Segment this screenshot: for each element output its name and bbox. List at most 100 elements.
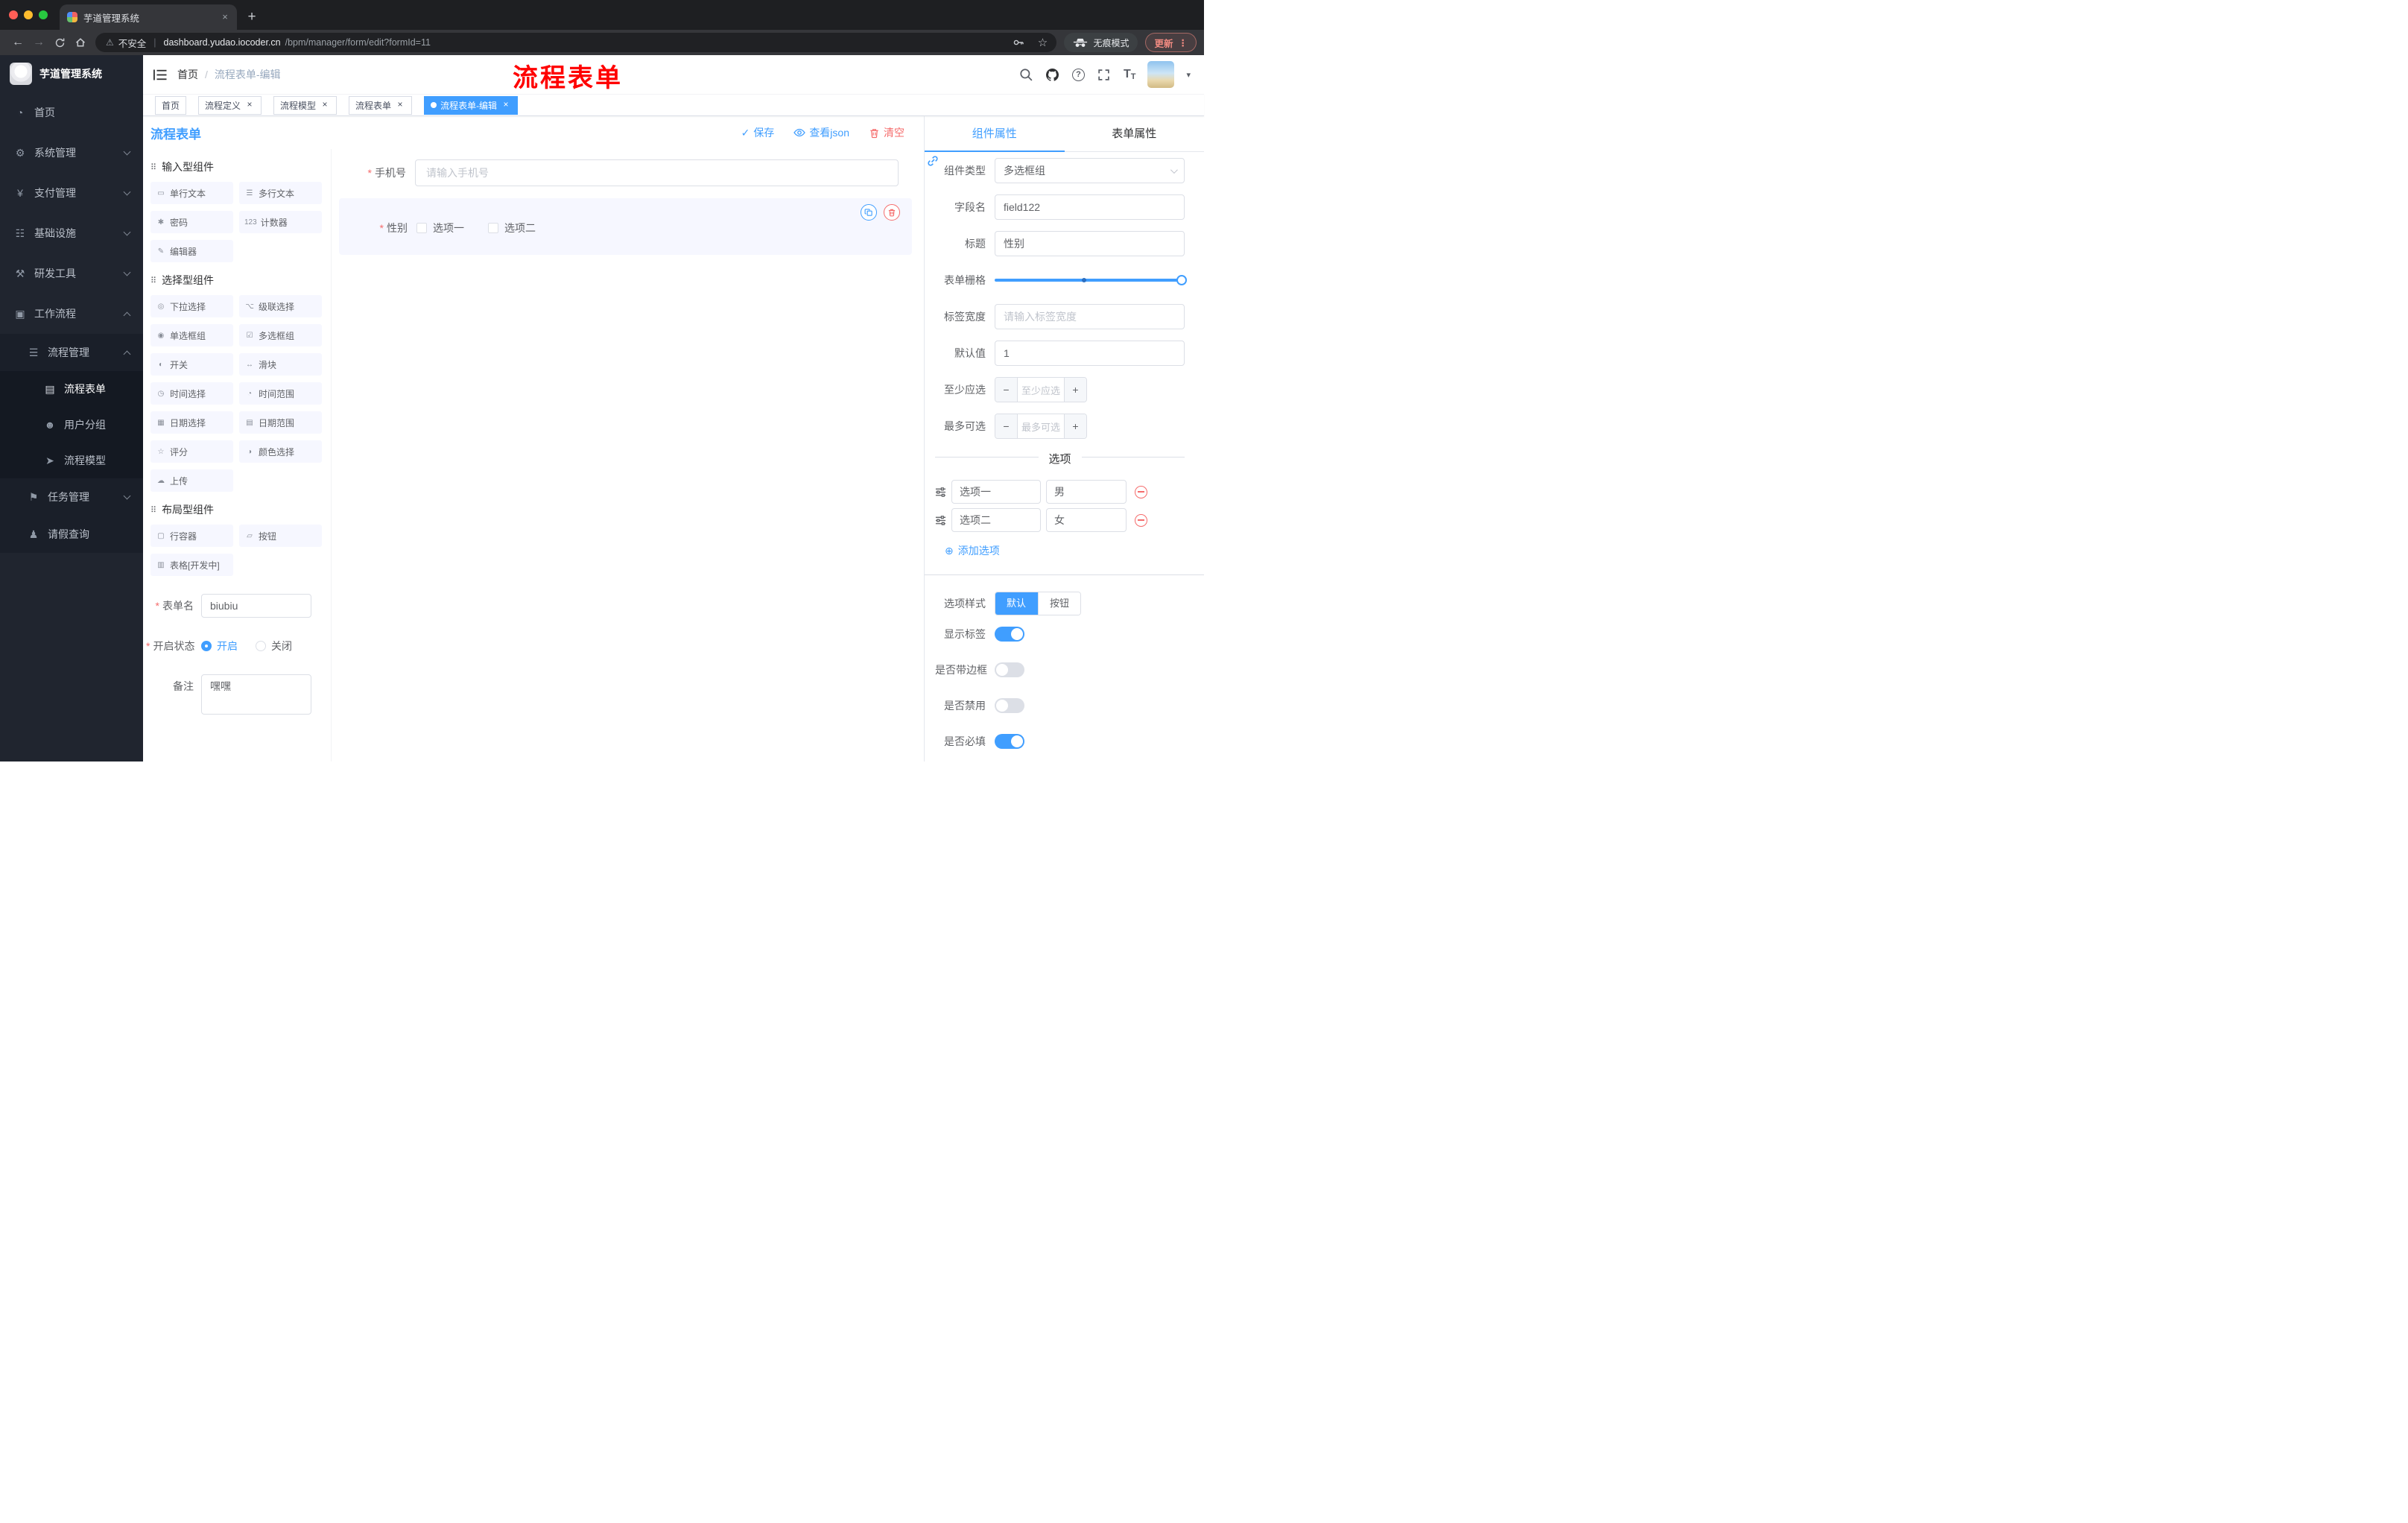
component-item[interactable]: ⌥ 级联选择 [239,295,322,317]
form-name-input[interactable] [201,594,311,618]
browser-menu-dots-icon[interactable]: ⋮ [1179,37,1188,48]
browser-update-button[interactable]: 更新 ⋮ [1145,33,1197,52]
component-item[interactable]: ◔ 时间范围 [239,382,322,405]
remove-option-button[interactable] [1135,485,1147,498]
component-item[interactable]: ▤ 日期范围 [239,411,322,434]
tag-close-icon[interactable]: × [395,100,405,110]
breadcrumb-home[interactable]: 首页 [177,67,198,82]
label-width-input[interactable] [995,304,1185,329]
window-zoom-button[interactable] [39,10,48,19]
link-icon[interactable] [927,155,939,167]
save-button[interactable]: ✓ 保存 [741,125,775,140]
sidebar-item-devtools[interactable]: ⚒ 研发工具 [0,253,143,294]
component-item[interactable]: ▱ 按钮 [239,525,322,547]
gender-checkbox[interactable]: 选项一 [416,221,464,235]
component-item[interactable]: ▭ 单行文本 [150,182,233,204]
drag-handle-icon[interactable] [935,487,946,498]
component-item[interactable]: ▥ 表格[开发中] [150,554,233,576]
new-tab-button[interactable]: + [241,7,262,28]
tab-close-icon[interactable]: × [219,11,231,23]
sidebar-item-task-mgmt[interactable]: ⚑ 任务管理 [0,478,143,516]
tag-close-icon[interactable]: × [320,100,330,110]
required-switch[interactable] [995,734,1024,749]
sidebar-item-process-model[interactable]: ➤ 流程模型 [0,443,143,478]
component-item[interactable]: ☑ 多选框组 [239,324,322,346]
help-icon[interactable]: ? [1071,68,1085,81]
back-icon[interactable]: ← [7,32,28,53]
user-avatar[interactable] [1147,61,1175,88]
status-on-radio[interactable]: 开启 [201,639,238,653]
default-value-input[interactable] [995,341,1185,366]
view-json-button[interactable]: 查看json [793,125,849,140]
sidebar-item-infra[interactable]: ☷ 基础设施 [0,213,143,253]
gender-checkbox[interactable]: 选项二 [488,221,536,235]
field-name-input[interactable] [995,194,1185,220]
sidebar-item-system[interactable]: ⚙ 系统管理 [0,133,143,173]
title-input[interactable] [995,231,1185,256]
max-select-value[interactable]: 最多可选 [1018,414,1064,438]
option-label-input[interactable] [951,480,1041,504]
component-item[interactable]: ☁ 上传 [150,469,233,492]
canvas-field-gender-selected[interactable]: 性别 选项一 [339,198,912,255]
style-default-button[interactable]: 默认 [995,592,1039,615]
bookmark-star-icon[interactable]: ☆ [1033,34,1052,51]
component-item[interactable]: ◎ 下拉选择 [150,295,233,317]
add-option-button[interactable]: ⊕ 添加选项 [945,543,1185,558]
component-item[interactable]: ✱ 密码 [150,211,233,233]
tag-process-definition[interactable]: 流程定义 × [198,95,262,115]
tab-form-props[interactable]: 表单属性 [1065,116,1205,151]
style-button-button[interactable]: 按钮 [1038,592,1081,615]
sidebar-item-workflow[interactable]: ▣ 工作流程 [0,294,143,334]
component-item[interactable]: ◐ 开关 [150,353,233,376]
form-remark-textarea[interactable]: 嘿嘿 [201,674,311,715]
avatar-caret-icon[interactable]: ▾ [1186,70,1191,80]
sidebar-fold-icon[interactable] [153,69,167,80]
component-item[interactable]: ◉ 单选框组 [150,324,233,346]
browser-tab[interactable]: 芋道管理系统 × [60,4,237,30]
option-value-input[interactable] [1046,480,1127,504]
password-key-icon[interactable] [1009,34,1028,51]
increase-button[interactable]: + [1064,378,1086,402]
component-item[interactable]: ▢ 行容器 [150,525,233,547]
component-type-select[interactable]: 多选框组 [995,158,1185,183]
sidebar-item-payment[interactable]: ¥ 支付管理 [0,173,143,213]
fullscreen-icon[interactable] [1097,67,1112,82]
component-item[interactable]: ▦ 日期选择 [150,411,233,434]
tag-process-form-edit[interactable]: 流程表单-编辑 × [424,95,519,115]
github-icon[interactable] [1045,67,1060,82]
component-item[interactable]: 123 计数器 [239,211,322,233]
app-logo[interactable]: 芋道管理系统 [0,55,143,92]
decrease-button[interactable]: − [995,414,1018,438]
remove-option-button[interactable] [1135,513,1147,527]
forward-icon[interactable]: → [28,32,49,53]
sidebar-item-leave-query[interactable]: ♟ 请假查询 [0,516,143,553]
form-grid-slider[interactable] [995,267,1187,293]
home-icon[interactable] [70,32,91,53]
show-label-switch[interactable] [995,627,1024,642]
reload-icon[interactable] [49,32,70,53]
tag-home[interactable]: 首页 [155,95,187,115]
tab-component-props[interactable]: 组件属性 [925,116,1065,152]
component-item[interactable]: ↔ 滑块 [239,353,322,376]
option-value-input[interactable] [1046,508,1127,532]
border-switch[interactable] [995,662,1024,677]
component-item[interactable]: ☆ 评分 [150,440,233,463]
decrease-button[interactable]: − [995,378,1018,402]
canvas-field-phone[interactable]: 手机号 [339,153,912,192]
tag-close-icon[interactable]: × [244,100,255,110]
status-off-radio[interactable]: 关闭 [256,639,292,653]
copy-field-button[interactable] [861,204,877,221]
component-item[interactable]: ◑ 颜色选择 [239,440,322,463]
sidebar-item-process-mgmt[interactable]: ☰ 流程管理 [0,334,143,371]
min-select-value[interactable]: 至少应选 [1018,378,1064,402]
sidebar-item-user-group[interactable]: ☻ 用户分组 [0,407,143,443]
increase-button[interactable]: + [1064,414,1086,438]
drag-handle-icon[interactable] [935,515,946,526]
slider-track[interactable] [995,275,1187,285]
component-item[interactable]: ✎ 编辑器 [150,240,233,262]
window-minimize-button[interactable] [24,10,33,19]
component-item[interactable]: ☰ 多行文本 [239,182,322,204]
clear-button[interactable]: 清空 [869,125,904,140]
address-bar[interactable]: ⚠ 不安全 | dashboard.yudao.iocoder.cn/bpm/m… [95,33,1057,52]
tag-close-icon[interactable]: × [501,100,511,110]
